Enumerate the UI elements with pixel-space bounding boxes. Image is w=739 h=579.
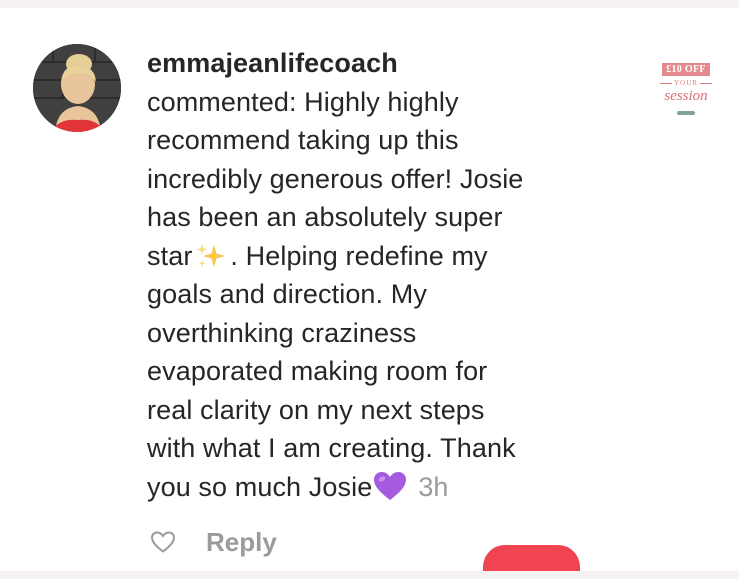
heart-outline-icon[interactable]: [150, 530, 176, 554]
thumbnail-decoration: [677, 111, 695, 115]
avatar[interactable]: [33, 44, 121, 132]
top-divider: [0, 0, 739, 8]
post-thumbnail[interactable]: £10 OFF YOUR session: [652, 58, 720, 134]
comment-timestamp: 3h: [418, 471, 449, 502]
comment-actions: Reply: [150, 525, 277, 559]
thumbnail-session-text: session: [664, 88, 708, 104]
comment-username[interactable]: emmajeanlifecoach: [147, 44, 627, 83]
thumbnail-offer-text: £10 OFF: [662, 63, 710, 76]
bottom-divider: [0, 571, 739, 579]
comment-body-part-2: . Helping redefine my goals and directio…: [147, 240, 516, 502]
comment-body: commented: Highly highly recommend takin…: [147, 83, 627, 507]
reply-button[interactable]: Reply: [206, 527, 277, 558]
sparkles-emoji-icon: [196, 243, 226, 267]
purple-heart-emoji-icon: [374, 471, 407, 500]
comment-text: emmajeanlifecoach commented: Highly high…: [147, 44, 627, 506]
comment-notification-view: emmajeanlifecoach commented: Highly high…: [0, 0, 739, 579]
thumbnail-your-text: YOUR: [652, 79, 720, 87]
